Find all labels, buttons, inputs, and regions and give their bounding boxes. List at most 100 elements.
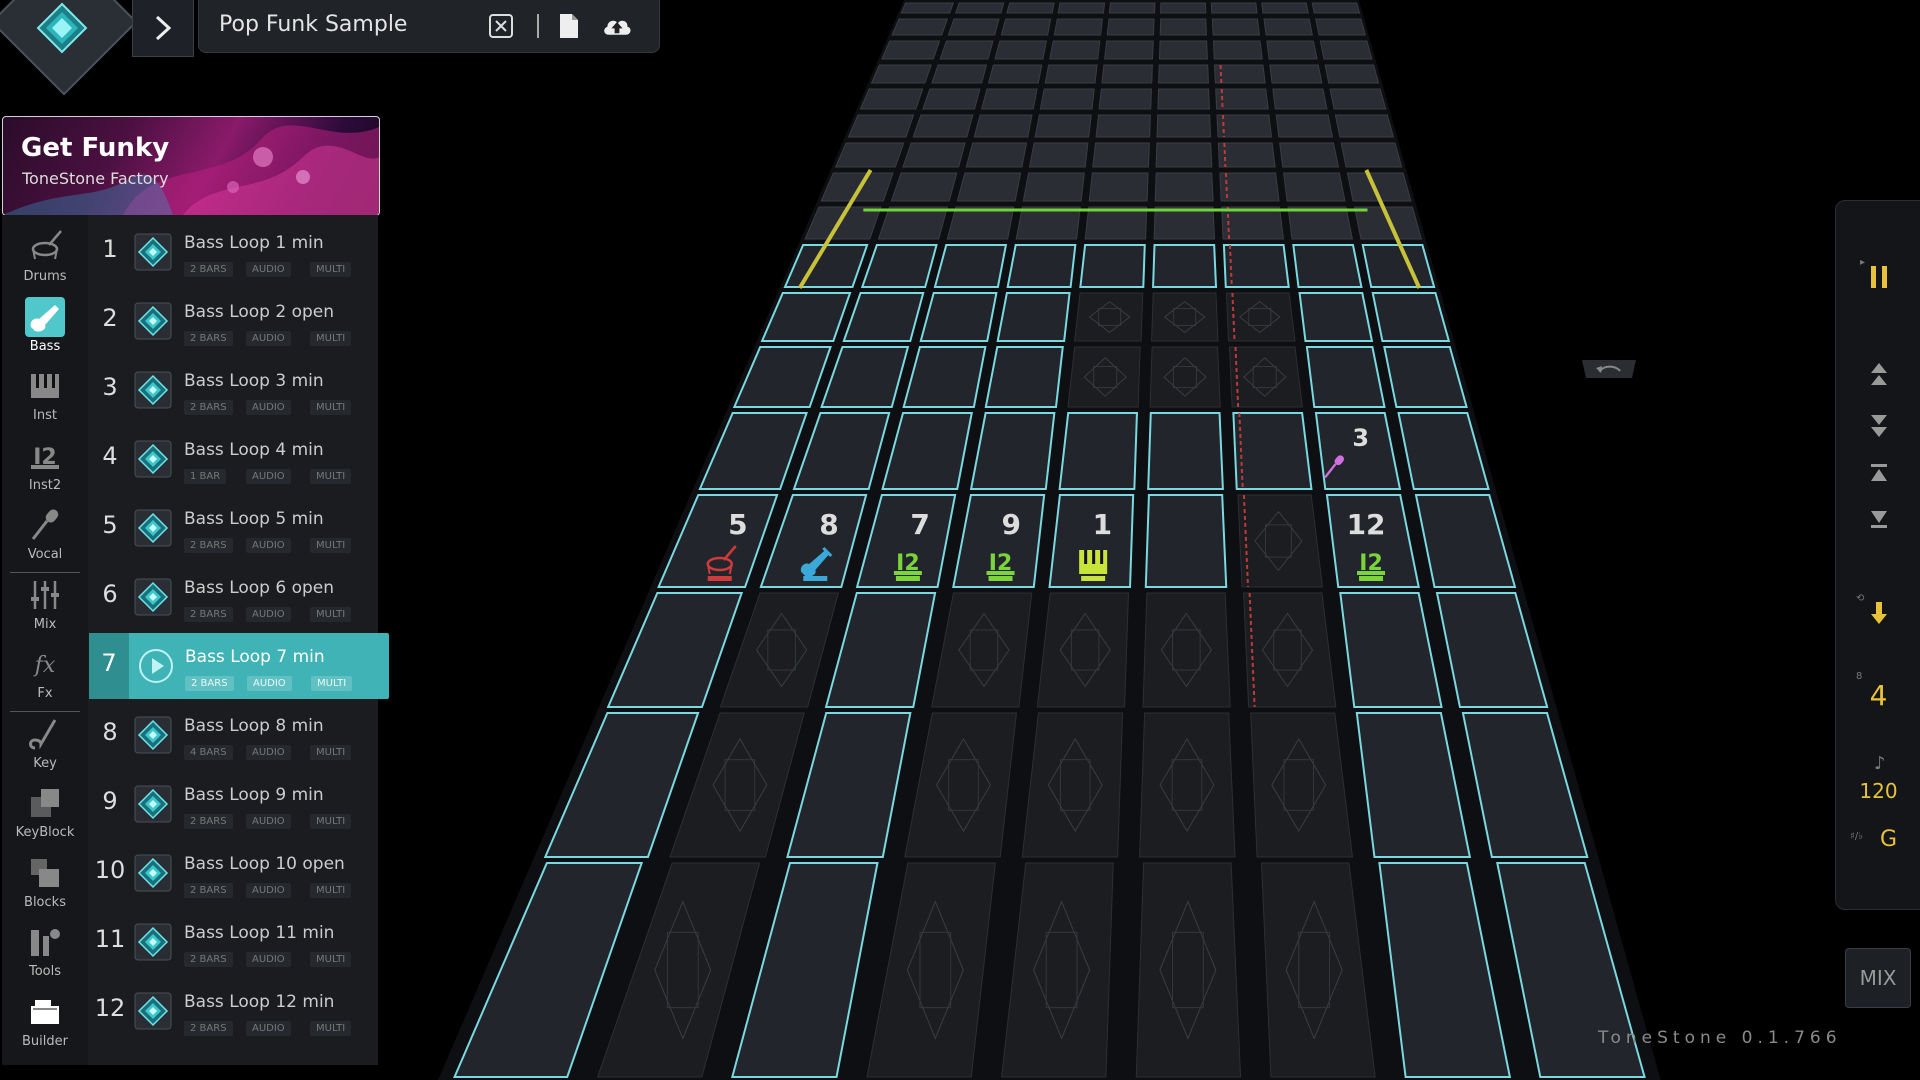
grid-cell[interactable] — [1006, 244, 1077, 288]
grid-cell[interactable] — [1049, 40, 1101, 60]
grid-cell[interactable] — [820, 172, 894, 202]
category-tools[interactable]: Tools — [2, 922, 88, 990]
grid-cell[interactable] — [1144, 494, 1228, 588]
grid-cell[interactable] — [1006, 2, 1055, 14]
grid-cell[interactable] — [1160, 2, 1207, 14]
grid-cell[interactable] — [1153, 206, 1216, 240]
grid-cell[interactable] — [891, 18, 949, 36]
loop-row[interactable]: 3 Bass Loop 3 min 2 BARS AUDIO MULTI — [88, 357, 378, 423]
grid-cell[interactable] — [1057, 2, 1106, 14]
category-bass[interactable]: Bass — [2, 296, 88, 365]
grid-cell[interactable] — [1216, 114, 1273, 138]
grid-cell[interactable] — [987, 64, 1043, 84]
grid-cell[interactable] — [1000, 18, 1052, 36]
grid-cell[interactable] — [1067, 346, 1141, 408]
grid-cell[interactable] — [1219, 172, 1280, 202]
grid-cell[interactable] — [1334, 114, 1395, 138]
grid-cell[interactable] — [1108, 2, 1156, 14]
project-name[interactable]: Pop Funk Sample — [219, 12, 407, 37]
grid-cell[interactable] — [1215, 88, 1269, 110]
grid-cell[interactable] — [1211, 18, 1260, 36]
loop-row[interactable]: 11 Bass Loop 11 min 2 BARS AUDIO MULTI — [88, 909, 378, 975]
grid-cell[interactable] — [1232, 412, 1313, 490]
cloud-upload-button[interactable] — [601, 10, 633, 42]
grid-cell[interactable] — [1221, 206, 1285, 240]
close-file-button[interactable] — [485, 10, 517, 42]
grid-cell[interactable] — [1152, 244, 1218, 288]
grid-cell[interactable] — [973, 114, 1033, 138]
grid-cell[interactable] — [870, 64, 932, 84]
grid-cell[interactable] — [1243, 592, 1337, 708]
next-nav-button[interactable] — [132, 0, 194, 57]
loop-row[interactable]: 6 Bass Loop 6 open 2 BARS AUDIO MULTI — [88, 564, 378, 630]
grid-cell[interactable] — [1266, 40, 1318, 60]
grid-cell[interactable] — [1283, 172, 1346, 202]
mix-button[interactable]: MIX — [1845, 948, 1911, 1008]
grid-cell[interactable] — [1084, 206, 1148, 240]
grid-cell[interactable] — [1156, 114, 1212, 138]
category-inst2[interactable]: I2 Inst2 — [2, 436, 88, 504]
grid-cell[interactable] — [1212, 40, 1263, 60]
grid-cell[interactable] — [1142, 592, 1231, 708]
grid-cell[interactable] — [1053, 18, 1103, 36]
loop-row[interactable]: 5 Bass Loop 5 min 2 BARS AUDIO MULTI — [88, 495, 378, 561]
grid-cell[interactable] — [1292, 244, 1363, 288]
grid-cell[interactable] — [1135, 862, 1242, 1078]
grid-cell[interactable] — [1263, 18, 1313, 36]
grid-cell[interactable] — [1095, 114, 1151, 138]
grid-cell[interactable] — [919, 292, 998, 342]
grid-cell[interactable] — [1353, 206, 1422, 240]
grid-cell[interactable] — [1217, 142, 1276, 168]
grid-cell[interactable] — [877, 206, 949, 240]
grid-cell[interactable] — [1101, 64, 1153, 84]
move-up-button[interactable] — [1858, 357, 1900, 393]
key-value[interactable]: G — [1846, 827, 1920, 852]
grid-cell[interactable] — [1287, 206, 1353, 240]
loop-row[interactable]: 12 Bass Loop 12 min 2 BARS AUDIO MULTI — [88, 978, 378, 1044]
grid-cell[interactable] — [1329, 88, 1387, 110]
grid-cell[interactable] — [804, 206, 882, 240]
new-file-button[interactable] — [553, 10, 585, 42]
pause-button[interactable] — [1858, 259, 1900, 295]
grid-cell[interactable] — [994, 40, 1047, 60]
grid-cell[interactable] — [1210, 2, 1258, 14]
category-keyblock[interactable]: KeyBlock — [2, 783, 88, 851]
undo-icon[interactable] — [1578, 356, 1640, 382]
grid-cell[interactable] — [969, 412, 1056, 490]
grid-cell[interactable] — [1039, 88, 1095, 110]
grid-cell[interactable] — [1104, 40, 1154, 60]
category-blocks[interactable]: Blocks — [2, 853, 88, 921]
grid-cell[interactable] — [1074, 292, 1144, 342]
kit-header[interactable]: Get Funky ToneStone Factory — [2, 116, 380, 216]
bars-value[interactable]: 4 — [1836, 679, 1920, 712]
grid-cell[interactable] — [834, 142, 905, 168]
grid-cell[interactable] — [1058, 412, 1138, 490]
grid-cell[interactable] — [1250, 712, 1354, 858]
grid-cell[interactable] — [1305, 346, 1386, 408]
loop-row[interactable]: 2 Bass Loop 2 open 2 BARS AUDIO MULTI — [88, 288, 378, 354]
loop-row[interactable]: 4 Bass Loop 4 min 1 BAR AUDIO MULTI — [88, 426, 378, 492]
grid-cell[interactable] — [1269, 64, 1323, 84]
grid-cell[interactable] — [1154, 172, 1214, 202]
play-icon[interactable] — [137, 647, 175, 685]
loop-row[interactable]: 10 Bass Loop 10 open 2 BARS AUDIO MULTI — [88, 840, 378, 906]
tempo-value[interactable]: 120 — [1836, 779, 1920, 803]
grid-cell[interactable] — [1261, 2, 1309, 14]
grid-cell[interactable] — [1149, 346, 1221, 408]
follow-arrow-button[interactable] — [1858, 595, 1900, 631]
grid-cell[interactable] — [1275, 114, 1334, 138]
grid-cell[interactable] — [1228, 346, 1303, 408]
grid-cell[interactable] — [912, 114, 974, 138]
grid-cell[interactable] — [1015, 206, 1081, 240]
grid-cell[interactable] — [1371, 292, 1451, 342]
grid-cell[interactable] — [1098, 88, 1152, 110]
grid-cell[interactable] — [946, 206, 1015, 240]
grid-cell[interactable] — [1147, 412, 1224, 490]
grid-cell[interactable] — [965, 142, 1028, 168]
grid-cell[interactable] — [1155, 142, 1213, 168]
grid-cell[interactable] — [954, 2, 1005, 14]
jump-bottom-button[interactable] — [1858, 501, 1900, 537]
grid-cell[interactable] — [984, 346, 1064, 408]
grid-cell[interactable] — [1021, 712, 1124, 858]
grid-cell[interactable] — [1311, 2, 1361, 14]
